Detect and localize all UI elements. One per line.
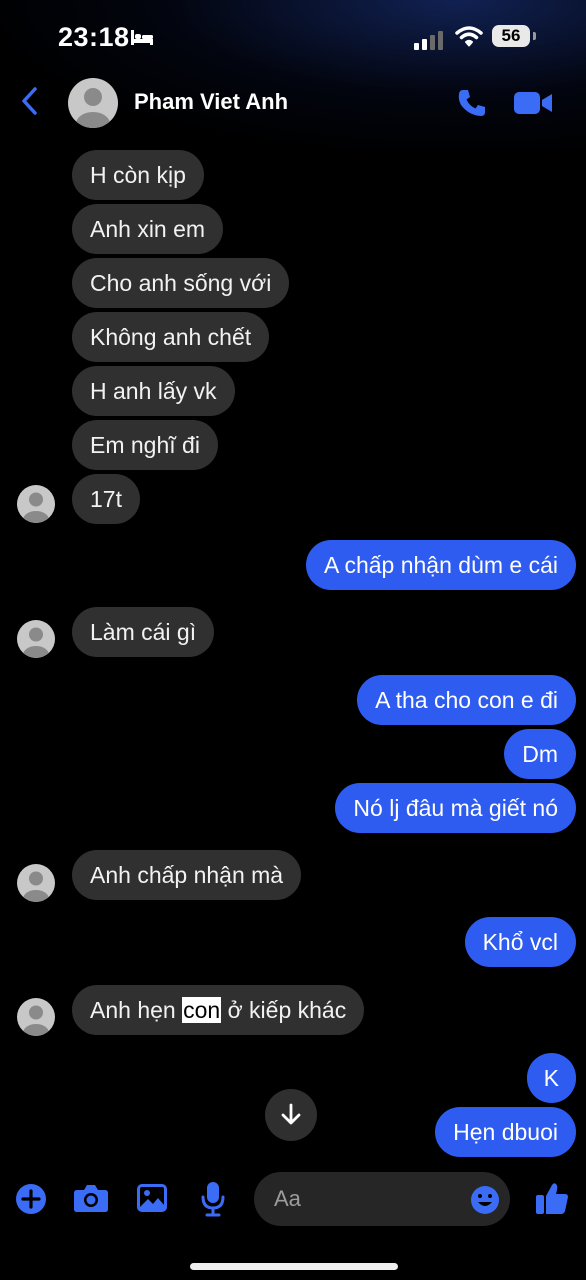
- incoming-message[interactable]: H còn kịp: [72, 150, 204, 200]
- incoming-message[interactable]: Làm cái gì: [72, 607, 215, 657]
- battery-nub: [533, 32, 536, 40]
- incoming-message[interactable]: 17t: [72, 474, 140, 524]
- microphone-icon[interactable]: [200, 1181, 226, 1222]
- home-indicator: [190, 1263, 398, 1270]
- camera-icon[interactable]: [73, 1183, 109, 1218]
- highlighted-text: con: [182, 997, 222, 1023]
- contact-avatar[interactable]: [68, 78, 118, 128]
- contact-name[interactable]: Pham Viet Anh: [134, 89, 288, 115]
- smiley-icon[interactable]: [470, 1185, 500, 1220]
- message-text: ở kiếp khác: [221, 997, 347, 1023]
- image-icon[interactable]: [136, 1183, 168, 1218]
- message-input[interactable]: [274, 1184, 454, 1214]
- arrow-down-icon: [281, 1103, 301, 1125]
- sender-avatar[interactable]: [17, 864, 55, 902]
- video-camera-icon[interactable]: [514, 90, 554, 121]
- chevron-left-icon[interactable]: [20, 86, 40, 121]
- message-text: Anh hẹn: [90, 997, 183, 1023]
- thumbs-up-icon[interactable]: [535, 1181, 569, 1220]
- outgoing-message[interactable]: A tha cho con e đi: [357, 675, 576, 725]
- outgoing-message[interactable]: Hẹn dbuoi: [435, 1107, 576, 1157]
- outgoing-message[interactable]: A chấp nhận dùm e cái: [306, 540, 576, 590]
- status-time: 23:18: [58, 22, 130, 52]
- status-bar: 23:18 56: [0, 18, 586, 62]
- outgoing-message[interactable]: Dm: [504, 729, 576, 779]
- outgoing-message[interactable]: K: [526, 1053, 576, 1103]
- sender-avatar[interactable]: [17, 998, 55, 1036]
- chat-header: Pham Viet Anh: [0, 70, 586, 136]
- phone-icon[interactable]: [456, 87, 488, 124]
- scroll-to-bottom-button[interactable]: [265, 1089, 317, 1141]
- wifi-icon: [455, 24, 483, 53]
- sleep-mode-icon: [130, 28, 154, 51]
- message-composer: [0, 1168, 586, 1230]
- incoming-message[interactable]: Cho anh sống với: [72, 258, 290, 308]
- incoming-message[interactable]: H anh lấy vk: [72, 366, 235, 416]
- sender-avatar[interactable]: [17, 620, 55, 658]
- message-input-box[interactable]: [254, 1172, 510, 1226]
- sender-avatar[interactable]: [17, 485, 55, 523]
- incoming-message[interactable]: Em nghĩ đi: [72, 420, 218, 470]
- incoming-message[interactable]: Không anh chết: [72, 312, 270, 362]
- plus-circle-icon[interactable]: [15, 1183, 47, 1220]
- incoming-message[interactable]: Anh chấp nhận mà: [72, 850, 302, 900]
- battery-indicator: 56: [492, 25, 530, 47]
- outgoing-message[interactable]: Nó lj đâu mà giết nó: [335, 783, 576, 833]
- cellular-signal-icon: [414, 30, 444, 55]
- incoming-message[interactable]: Anh hẹn con ở kiếp khác: [72, 985, 365, 1035]
- incoming-message[interactable]: Anh xin em: [72, 204, 224, 254]
- outgoing-message[interactable]: Khổ vcl: [464, 917, 576, 967]
